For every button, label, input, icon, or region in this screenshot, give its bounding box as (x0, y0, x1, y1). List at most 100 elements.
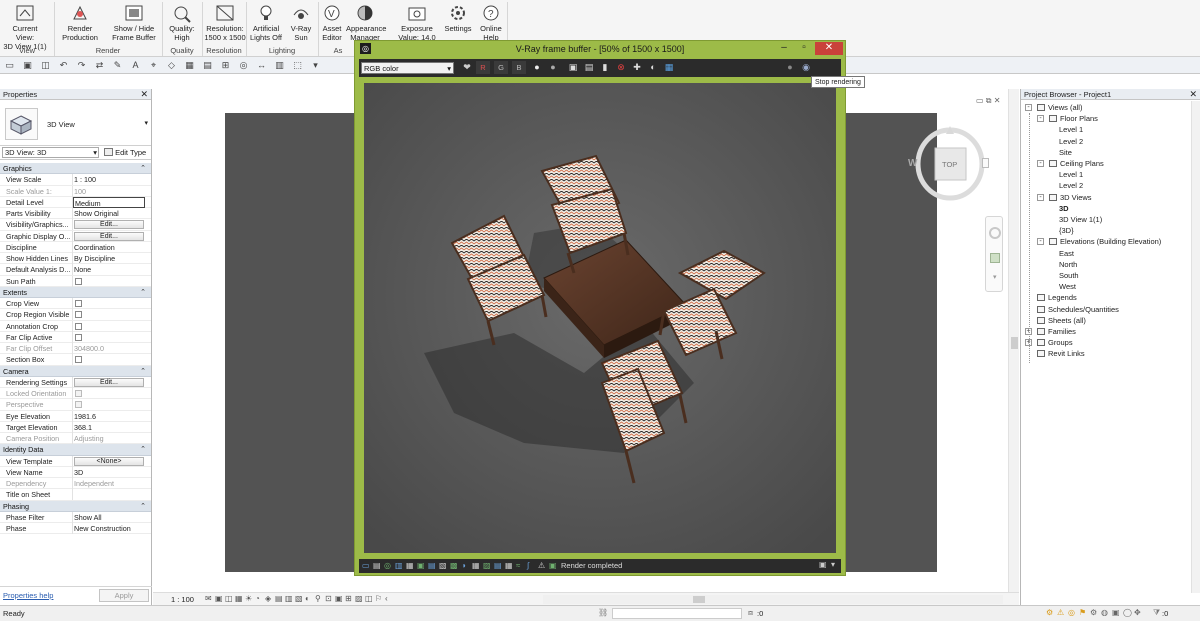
workset-selector[interactable] (612, 608, 742, 619)
vfb-status-tool-icon[interactable]: ◎ (384, 561, 394, 571)
status-tool-icon[interactable]: ◯ (1123, 608, 1132, 617)
browser-item[interactable]: Site (1059, 147, 1072, 158)
status-tool-icon[interactable]: ⚑ (1079, 608, 1086, 617)
chevron-down-icon[interactable]: ▾ (993, 273, 997, 281)
status-tool-icon[interactable]: ◎ (1068, 608, 1075, 617)
scrollbar-thumb[interactable] (693, 596, 705, 603)
property-value[interactable]: By Discipline (73, 253, 145, 264)
edit-type-button[interactable]: Edit Type (104, 147, 150, 158)
status-tool-icon[interactable]: ⚠ (1057, 608, 1064, 617)
minimize-icon[interactable]: ▭ (976, 96, 984, 105)
horizontal-scrollbar[interactable] (543, 595, 1003, 604)
browser-item[interactable]: North (1059, 259, 1077, 270)
browser-item[interactable]: Floor Plans (1060, 113, 1098, 124)
browser-item[interactable]: Families (1048, 326, 1076, 337)
collapse-icon[interactable]: ⌃ (140, 501, 146, 512)
exposure-button[interactable]: Exposure Value: 14.0 (394, 0, 440, 44)
collapse-icon[interactable]: ⌃ (140, 366, 146, 377)
browser-item[interactable]: Legends (1048, 292, 1077, 303)
view-control-icon[interactable]: ‹ (385, 594, 388, 603)
filter-icon[interactable]: ⧈ (748, 608, 753, 618)
sync-icon[interactable]: ◫ (40, 60, 51, 71)
property-checkbox[interactable] (75, 277, 82, 285)
stop-icon[interactable]: ⊗ (614, 61, 628, 74)
view-control-icon[interactable]: ◈ (265, 594, 271, 603)
property-row[interactable]: View Scale 1 : 100 (0, 174, 151, 186)
property-group-header[interactable]: Camera ⌃ (0, 365, 151, 377)
tag-icon[interactable]: ◇ (166, 60, 177, 71)
properties-help-link[interactable]: Properties help (3, 591, 53, 600)
close-icon[interactable]: ✕ (1189, 89, 1197, 100)
property-row[interactable]: Detail Level Medium (0, 196, 151, 208)
vfb-status-tool-icon[interactable]: ▤ (428, 561, 438, 571)
property-row[interactable]: Discipline Coordination (0, 241, 151, 253)
save-icon[interactable]: ▣ (22, 60, 33, 71)
chevron-down-icon[interactable]: ▾ (831, 560, 835, 569)
status-tool-icon[interactable]: ✥ (1134, 608, 1141, 617)
vfb-status-tool-icon[interactable]: ⚠ (538, 561, 548, 571)
view-control-icon[interactable]: ◫ (365, 594, 373, 603)
browser-item[interactable]: 3D View 1(1) (1059, 214, 1102, 225)
browser-item[interactable]: Views (all) (1048, 102, 1082, 113)
property-row[interactable]: Phase Filter Show All (0, 511, 151, 523)
vfb-status-tool-icon[interactable]: ▤ (373, 561, 383, 571)
collapse-icon[interactable]: - (1037, 193, 1044, 201)
property-row[interactable]: Phase New Construction (0, 523, 151, 535)
clear-image-icon[interactable]: ▮ (598, 61, 612, 74)
status-tool-icon[interactable]: ◍ (1101, 608, 1108, 617)
property-value[interactable]: 3D (73, 467, 145, 478)
property-row[interactable]: Far Clip Offset 304800.0 (0, 343, 151, 355)
browser-item[interactable]: {3D} (1059, 225, 1074, 236)
property-row[interactable]: Default Analysis D... None (0, 264, 151, 276)
property-row[interactable]: Visibility/Graphics... Edit... (0, 219, 151, 231)
property-row[interactable]: Show Hidden Lines By Discipline (0, 253, 151, 265)
property-row[interactable]: Graphic Display O... Edit... (0, 230, 151, 242)
browser-item[interactable]: Level 2 (1059, 136, 1083, 147)
property-value[interactable]: Coordination (73, 242, 145, 253)
settings-button[interactable]: Settings (443, 0, 473, 44)
save-image-icon[interactable]: ▣ (566, 61, 580, 74)
close-icon[interactable]: ✕ (140, 89, 148, 100)
default-3d-icon[interactable]: ⬚ (292, 60, 303, 71)
render-production-button[interactable]: Render Production (58, 0, 102, 44)
close-icon[interactable]: ✕ (994, 96, 1001, 105)
view-control-icon[interactable]: ▣ (335, 594, 343, 603)
property-checkbox[interactable] (75, 311, 82, 319)
scrollbar-thumb[interactable] (1011, 337, 1018, 349)
vray-sun-button[interactable]: V-Ray Sun (287, 0, 315, 44)
history-icon[interactable]: ▦ (662, 61, 676, 74)
property-value[interactable]: Show Original (73, 208, 145, 219)
property-value[interactable]: Show All (73, 512, 145, 523)
browser-item[interactable]: West (1059, 281, 1076, 292)
load-image-icon[interactable]: ▤ (582, 61, 596, 74)
property-row[interactable]: View Template <None> (0, 455, 151, 467)
alpha-icon[interactable]: ● (546, 61, 560, 74)
collapse-icon[interactable]: ⌃ (140, 163, 146, 174)
property-row[interactable]: Perspective (0, 399, 151, 411)
browser-item[interactable]: Revit Links (1048, 348, 1085, 359)
property-group-header[interactable]: Identity Data ⌃ (0, 444, 151, 456)
track-mouse-icon[interactable]: ✚ (630, 61, 644, 74)
browser-item[interactable]: Ceiling Plans (1060, 158, 1104, 169)
vfb-status-tool-icon[interactable]: ▧ (439, 561, 449, 571)
property-value[interactable]: None (73, 264, 145, 275)
minimize-icon[interactable]: – (775, 42, 793, 55)
browser-item[interactable]: Groups (1048, 337, 1073, 348)
property-row[interactable]: Rendering Settings Edit... (0, 376, 151, 388)
measure-icon[interactable]: ✎ (112, 60, 123, 71)
property-value[interactable]: New Construction (73, 523, 145, 534)
property-row[interactable]: Target Elevation 368.1 (0, 421, 151, 433)
view-control-icon[interactable]: ▧ (295, 594, 303, 603)
section-icon[interactable]: ↔ (256, 60, 267, 71)
view-control-icon[interactable]: ◔ (255, 594, 260, 603)
property-checkbox[interactable] (75, 356, 82, 364)
red-channel-button[interactable]: R (476, 61, 490, 74)
property-row[interactable]: Annotation Crop (0, 320, 151, 332)
collapse-icon[interactable]: - (1037, 238, 1044, 246)
browser-item[interactable]: Level 1 (1059, 169, 1083, 180)
viewcube-menu-icon[interactable] (982, 158, 989, 168)
view-control-icon[interactable]: ▦ (235, 594, 243, 603)
undo-icon[interactable]: ↶ (58, 60, 69, 71)
property-row[interactable]: Title on Sheet (0, 489, 151, 501)
property-group-header[interactable]: Phasing ⌃ (0, 500, 151, 512)
